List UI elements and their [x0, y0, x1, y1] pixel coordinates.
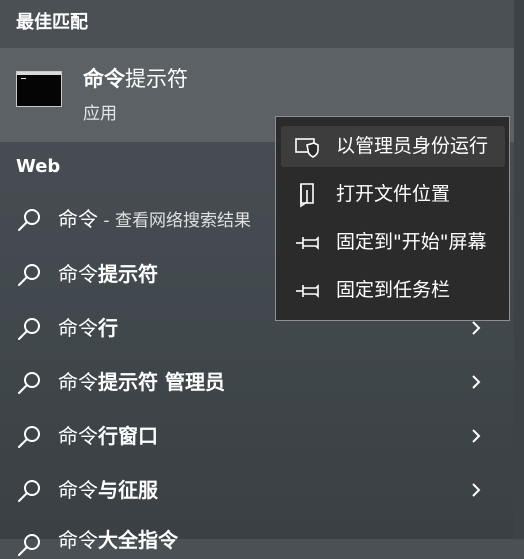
search-icon — [18, 318, 40, 340]
pin-icon — [296, 284, 319, 298]
search-icon — [18, 480, 40, 502]
chevron-right-icon[interactable] — [467, 319, 485, 337]
app-type: 应用 — [83, 104, 117, 124]
search-icon — [18, 264, 40, 286]
query-prefix: 命令 — [58, 528, 98, 552]
query-prefix: 命令 — [58, 478, 98, 502]
menu-label: 以管理员身份运行 — [336, 135, 489, 157]
query-prefix: 命令 — [58, 207, 98, 231]
best-match-heading: 最佳匹配 — [16, 12, 88, 33]
web-result-text: 命令大全指令 — [58, 526, 178, 556]
context-menu: 以管理员身份运行 打开文件位置 固定到"开始"屏幕 固定到任务栏 — [275, 116, 510, 321]
app-title-match: 命令 — [83, 67, 125, 91]
query-suggestion: 大全指令 — [98, 528, 178, 552]
menu-label: 固定到任务栏 — [336, 279, 451, 301]
search-icon — [18, 372, 40, 394]
app-title-rest: 提示符 — [125, 67, 188, 91]
chevron-right-icon[interactable] — [467, 481, 485, 499]
shield-icon — [295, 138, 319, 158]
menu-item-run-as-admin[interactable]: 以管理员身份运行 — [281, 126, 505, 167]
menu-label: 打开文件位置 — [336, 183, 451, 205]
command-prompt-icon — [16, 71, 62, 107]
menu-label: 固定到"开始"屏幕 — [336, 231, 487, 253]
query-suggestion: 提示符 管理员 — [98, 370, 225, 394]
web-result-text: 命令提示符 管理员 — [58, 368, 225, 398]
web-result-text: 命令行窗口 — [58, 422, 158, 452]
menu-item-pin-to-taskbar[interactable]: 固定到任务栏 — [281, 270, 505, 311]
search-icon — [18, 209, 40, 231]
panel-edge — [514, 0, 524, 539]
query-hint: - 查看网络搜索结果 — [98, 211, 251, 231]
web-result-text: 命令 - 查看网络搜索结果 — [58, 205, 251, 235]
search-icon — [18, 534, 40, 556]
web-heading: Web — [16, 156, 61, 177]
query-suggestion: 行 — [98, 316, 118, 340]
chevron-right-icon[interactable] — [467, 373, 485, 391]
query-suggestion: 行窗口 — [98, 424, 158, 448]
menu-item-pin-to-start[interactable]: 固定到"开始"屏幕 — [281, 222, 505, 263]
web-result-text: 命令与征服 — [58, 476, 158, 506]
menu-item-open-file-location[interactable]: 打开文件位置 — [281, 174, 505, 215]
pin-icon — [296, 236, 319, 250]
chevron-right-icon[interactable] — [467, 427, 485, 445]
search-icon — [18, 426, 40, 448]
query-suggestion: 提示符 — [98, 262, 158, 286]
query-prefix: 命令 — [58, 370, 98, 394]
web-result-text: 命令行 — [58, 314, 118, 344]
query-prefix: 命令 — [58, 316, 98, 340]
file-location-icon — [300, 183, 314, 208]
query-suggestion: 与征服 — [98, 478, 158, 502]
app-icon-cursor — [21, 78, 26, 79]
query-prefix: 命令 — [58, 262, 98, 286]
app-icon-titlebar — [17, 72, 61, 75]
web-result-text: 命令提示符 — [58, 260, 158, 290]
app-title: 命令提示符 — [83, 64, 188, 94]
query-prefix: 命令 — [58, 424, 98, 448]
